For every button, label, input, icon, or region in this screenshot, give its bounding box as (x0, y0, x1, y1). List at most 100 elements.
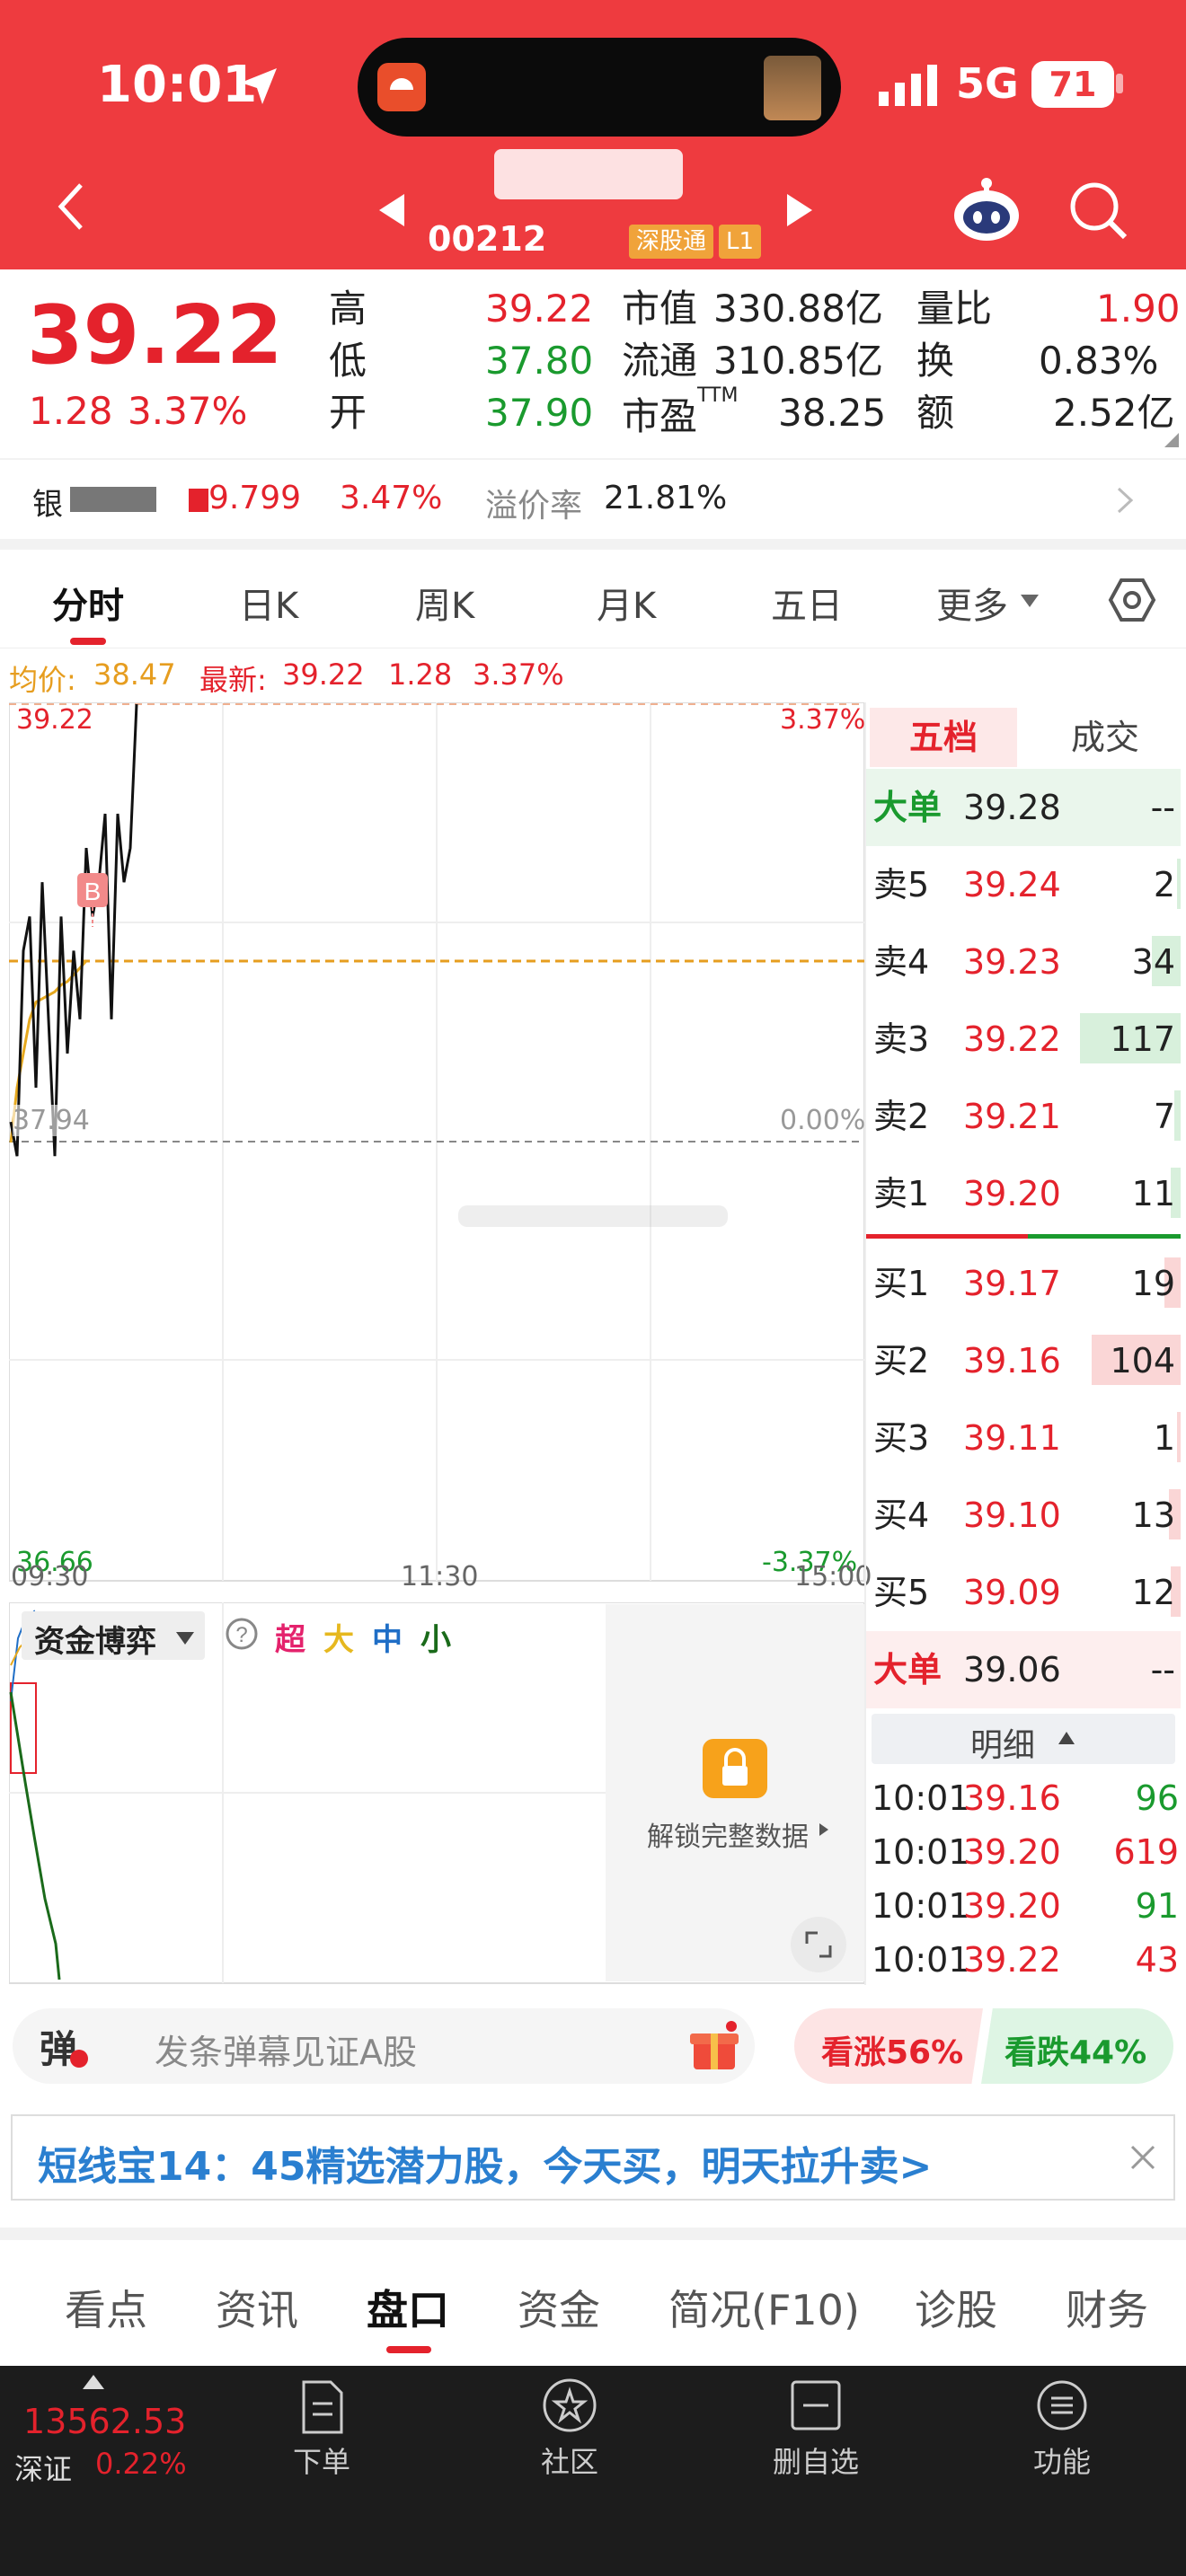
price-series (9, 703, 138, 1157)
ask-row-3[interactable]: 卖3 39.22 117 (866, 1001, 1181, 1078)
dock-functions-label: 功能 (1032, 2445, 1091, 2479)
latest-pct: 3.37% (473, 657, 564, 692)
buy-marker[interactable]: B (77, 873, 108, 927)
ask-label: 卖2 (873, 1097, 930, 1136)
level-tag: L1 (719, 225, 762, 259)
search-icon[interactable] (1067, 180, 1130, 243)
promo-banner[interactable]: 短线宝14：45精选潜力股，今天买，明天拉升卖> (11, 2114, 1175, 2201)
order-doc-icon (295, 2378, 349, 2436)
related-etf-row[interactable]: 银 9.799 3.47% 溢价率 21.81% (0, 460, 1186, 539)
tick-price: 39.20 (963, 1832, 1061, 1872)
bid-vol: 12 (1131, 1573, 1175, 1612)
community-star-icon (541, 2377, 598, 2434)
tab-daily-k[interactable]: 日K (239, 577, 298, 629)
tab-trades[interactable]: 成交 (1031, 708, 1179, 767)
latest-value: 39.22 (282, 657, 365, 692)
unlock-arrow-icon (818, 1822, 830, 1838)
tab-weekly-k[interactable]: 周K (415, 577, 474, 629)
tab-more[interactable]: 更多 (936, 577, 1008, 629)
pe-ttm: TTM (697, 384, 739, 407)
bid-price: 39.09 (963, 1573, 1061, 1612)
close-icon[interactable] (1127, 2141, 1159, 2174)
big-buy-price: 39.06 (963, 1650, 1061, 1689)
etf-price-masked (189, 489, 208, 512)
bid-row-5[interactable]: 买5 39.09 12 (866, 1554, 1181, 1631)
chart-settings-icon[interactable] (1107, 575, 1157, 625)
big-sell-label: 大单 (873, 788, 943, 827)
ask-row-1[interactable]: 卖1 39.20 11 (866, 1155, 1181, 1232)
network-label: 5G (956, 59, 1019, 108)
ask-row-5[interactable]: 卖5 39.24 2 (866, 846, 1181, 923)
tab-intraday[interactable]: 分时 (52, 577, 124, 629)
index-name: 深证 (14, 2452, 73, 2486)
tab-profile[interactable]: 简况(F10) (668, 2278, 860, 2337)
unlock-data-link[interactable]: 解锁完整数据 (647, 1814, 809, 1854)
next-stock-icon[interactable] (783, 192, 814, 228)
tab-funds[interactable]: 资金 (518, 2278, 600, 2337)
legend-mid: 中 (372, 1622, 403, 1658)
pct-tick-mid: 0.00% (780, 1105, 866, 1136)
barrage-check-icon (70, 2050, 88, 2068)
bid-volume-bar (1177, 1412, 1181, 1462)
top-bar: 10:01 5G 71 00212 深股通 L1 (0, 0, 1186, 269)
tick-vol: 43 (1135, 1940, 1179, 1980)
ask-row-4[interactable]: 卖4 39.23 34 (866, 923, 1181, 1001)
barrage-bar: 弹 发条弹幕见证A股 看涨56% 看跌44% (0, 1985, 1186, 2111)
big-sell-row: 大单 39.28 -- (866, 769, 1181, 846)
bearish-button[interactable]: 看跌44% (981, 2008, 1173, 2084)
fund-dropdown[interactable]: 资金博弈 (22, 1611, 205, 1660)
trade-tick: 10:01 39.20 619 (866, 1825, 1186, 1879)
barrage-input[interactable]: 弹 发条弹幕见证A股 (13, 2008, 755, 2084)
open-value: 37.90 (485, 391, 594, 435)
ask-vol: 34 (1131, 942, 1175, 982)
tab-highlights[interactable]: 看点 (65, 2278, 147, 2337)
bid-row-3[interactable]: 买3 39.11 1 (866, 1399, 1181, 1477)
bid-row-4[interactable]: 买4 39.10 13 (866, 1477, 1181, 1554)
turnover-label: 换 (916, 339, 955, 383)
bottom-dock: 13562.53 深证 0.22% 下单 社区 删自选 功能 (0, 2366, 1186, 2576)
latest-label: 最新: (199, 663, 267, 697)
high-label: 高 (329, 287, 367, 331)
y-tick-mid: 37.94 (13, 1105, 90, 1136)
intraday-chart[interactable]: B (9, 702, 866, 1583)
tab-news[interactable]: 资讯 (216, 2278, 298, 2337)
tab-diagnosis[interactable]: 诊股 (915, 2278, 997, 2337)
lock-icon[interactable] (703, 1739, 767, 1798)
x-tick-open: 09:30 (11, 1561, 89, 1592)
bid-row-1[interactable]: 买1 39.17 19 (866, 1245, 1181, 1322)
fullscreen-icon[interactable] (791, 1917, 846, 1972)
tab-monthly-k[interactable]: 月K (597, 577, 656, 629)
tab-five-day[interactable]: 五日 (771, 577, 843, 629)
pe-value: 38.25 (778, 391, 887, 435)
tab-five-levels[interactable]: 五档 (870, 708, 1017, 767)
tab-order-book[interactable]: 盘口 (367, 2278, 449, 2337)
expand-corner-icon[interactable] (1164, 433, 1179, 447)
barrage-badge: 弹 (40, 2027, 78, 2071)
chart-tabs: 分时 日K 周K 月K 五日 更多 (0, 550, 1186, 648)
help-icon[interactable]: ? (225, 1617, 259, 1651)
tick-time: 10:01 (872, 1832, 970, 1872)
dropdown-icon (1019, 593, 1040, 609)
bid-row-2[interactable]: 买2 39.16 104 (866, 1322, 1181, 1399)
index-value[interactable]: 13562.53 (23, 2402, 186, 2441)
tab-financials[interactable]: 财务 (1066, 2278, 1148, 2337)
tick-price: 39.22 (963, 1940, 1061, 1980)
bid-label: 买1 (873, 1264, 930, 1303)
ask-price: 39.22 (963, 1019, 1061, 1059)
bullish-label: 看涨56% (821, 2034, 964, 2071)
dynamic-island (358, 38, 841, 137)
dock-remove-watch-label: 删自选 (772, 2445, 859, 2479)
fund-dropdown-label: 资金博弈 (34, 1624, 156, 1660)
ask-row-2[interactable]: 卖2 39.21 7 (866, 1078, 1181, 1155)
tick-vol: 96 (1135, 1778, 1179, 1818)
bid-label: 买5 (873, 1573, 930, 1612)
robot-assistant-icon[interactable] (951, 176, 1022, 244)
bullish-button[interactable]: 看涨56% (794, 2008, 983, 2084)
detail-header[interactable]: 明细 (872, 1714, 1175, 1764)
legend-super: 超 (275, 1622, 305, 1658)
prev-stock-icon[interactable] (377, 192, 408, 228)
back-icon[interactable] (54, 180, 90, 234)
remove-watch-icon (789, 2378, 843, 2432)
gift-icon[interactable] (688, 2021, 740, 2073)
open-label: 开 (329, 391, 367, 435)
